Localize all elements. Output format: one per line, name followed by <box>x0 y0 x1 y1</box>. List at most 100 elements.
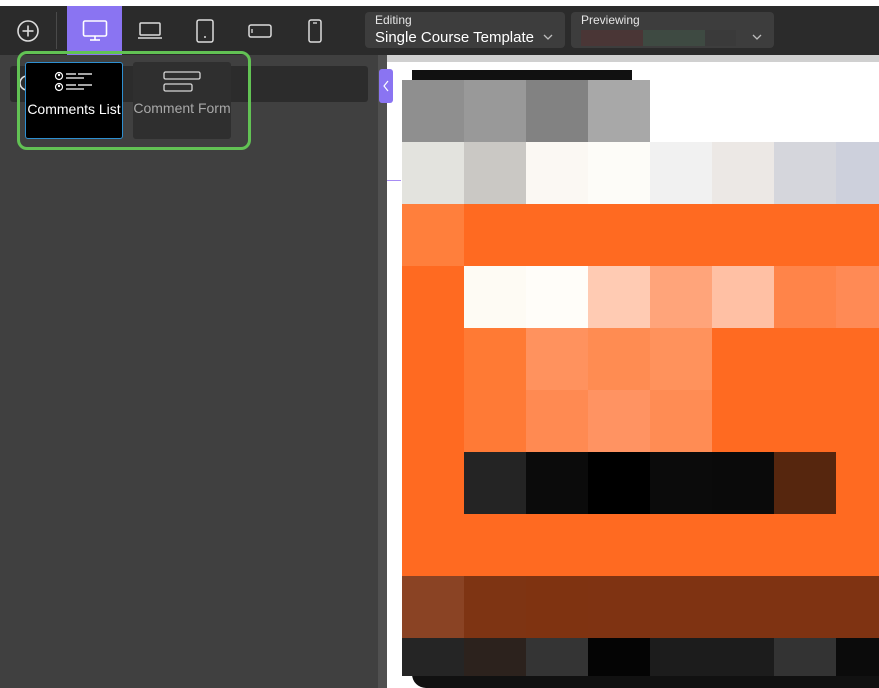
element-tile-comments-list[interactable]: Comments List <box>25 62 123 139</box>
preview-pixel <box>464 514 526 576</box>
preview-pixel <box>650 328 712 390</box>
preview-pixel <box>526 80 588 142</box>
preview-pixel <box>836 514 879 576</box>
device-mobile-portrait-button[interactable] <box>287 6 342 55</box>
preview-pixel <box>464 204 526 266</box>
editing-template-dropdown[interactable]: Editing Single Course Template <box>365 12 565 48</box>
app-window: Editing Single Course Template Previewin… <box>0 0 879 688</box>
preview-pixel <box>588 204 650 266</box>
preview-pixel <box>712 452 774 514</box>
preview-pixel <box>836 204 879 266</box>
preview-pixel <box>402 576 464 638</box>
chevron-down-icon <box>752 34 762 40</box>
laptop-icon <box>137 21 162 39</box>
tile-label-comments-list: Comments List <box>27 101 121 117</box>
device-tablet-button[interactable] <box>177 6 232 55</box>
chevron-down-icon <box>543 34 553 40</box>
preview-pixel <box>588 328 650 390</box>
editing-value: Single Course Template <box>375 29 534 46</box>
preview-pixel <box>836 452 879 514</box>
preview-pixel <box>650 204 712 266</box>
preview-pixel <box>588 142 650 204</box>
preview-pixel <box>464 390 526 452</box>
preview-pixel <box>650 390 712 452</box>
preview-pixel <box>650 514 712 576</box>
preview-pixel <box>526 452 588 514</box>
preview-pixel <box>836 80 879 142</box>
tablet-icon <box>195 18 214 43</box>
plus-circle-icon <box>16 19 39 42</box>
preview-pixel <box>526 328 588 390</box>
preview-pixel <box>712 80 774 142</box>
pixelated-preview-image <box>402 80 879 676</box>
preview-pixel <box>712 328 774 390</box>
previewing-value-redacted <box>581 30 736 46</box>
preview-pixel <box>588 452 650 514</box>
selection-guide-line <box>387 180 401 181</box>
preview-pixel <box>836 266 879 328</box>
preview-pixel <box>402 514 464 576</box>
preview-pixel <box>402 266 464 328</box>
preview-pixel <box>588 576 650 638</box>
page-footer-bar <box>412 674 879 688</box>
preview-pixel <box>526 638 588 676</box>
toolbar-divider <box>56 12 57 49</box>
preview-pixel <box>712 576 774 638</box>
preview-pixel <box>712 204 774 266</box>
preview-pixel <box>588 514 650 576</box>
device-mobile-landscape-button[interactable] <box>232 6 287 55</box>
preview-pixel <box>526 266 588 328</box>
add-element-button[interactable] <box>0 6 55 55</box>
preview-pixel <box>402 142 464 204</box>
preview-pixel <box>464 638 526 676</box>
preview-pixel <box>774 390 836 452</box>
preview-pixel <box>402 638 464 676</box>
preview-pixel <box>588 390 650 452</box>
preview-pixel <box>526 142 588 204</box>
phone-landscape-icon <box>247 23 272 38</box>
preview-pixel <box>774 204 836 266</box>
top-toolbar: Editing Single Course Template Previewin… <box>0 6 879 55</box>
preview-pixel <box>774 328 836 390</box>
preview-pixel <box>650 80 712 142</box>
preview-pixel <box>774 638 836 676</box>
preview-pixel <box>712 266 774 328</box>
page-header-bar <box>412 70 632 80</box>
preview-pixel <box>650 142 712 204</box>
comment-form-icon <box>163 71 201 92</box>
preview-pixel <box>402 452 464 514</box>
preview-pixel <box>650 266 712 328</box>
element-tile-comment-form[interactable]: Comment Form <box>133 62 231 139</box>
preview-pixel <box>774 80 836 142</box>
preview-pixel <box>712 390 774 452</box>
editing-label: Editing <box>375 13 412 27</box>
preview-pixel <box>774 266 836 328</box>
phone-portrait-icon <box>307 18 322 43</box>
preview-pixel <box>402 390 464 452</box>
preview-pixel <box>526 390 588 452</box>
preview-pixel <box>650 576 712 638</box>
preview-pixel <box>836 390 879 452</box>
preview-pixel <box>464 80 526 142</box>
preview-pixel <box>836 328 879 390</box>
preview-pixel <box>464 142 526 204</box>
preview-pixel <box>588 638 650 676</box>
preview-pixel <box>836 638 879 676</box>
preview-pixel <box>464 328 526 390</box>
previewing-dropdown[interactable]: Previewing <box>571 12 774 48</box>
preview-pixel <box>836 576 879 638</box>
previewing-label: Previewing <box>581 13 640 27</box>
preview-pixel <box>650 638 712 676</box>
chevron-left-icon <box>383 80 389 92</box>
preview-pixel <box>774 142 836 204</box>
collapse-sidebar-button[interactable] <box>379 69 393 103</box>
monitor-icon <box>82 19 107 41</box>
preview-pixel <box>712 514 774 576</box>
device-desktop-button[interactable] <box>67 6 122 55</box>
preview-pixel <box>464 452 526 514</box>
preview-pixel <box>774 452 836 514</box>
device-laptop-button[interactable] <box>122 6 177 55</box>
comments-list-icon <box>54 71 92 92</box>
preview-pixel <box>526 204 588 266</box>
preview-pixel <box>650 452 712 514</box>
